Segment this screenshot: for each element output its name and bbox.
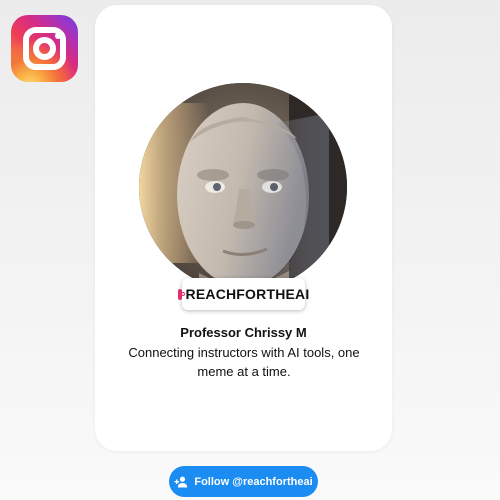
follow-button-label: Follow @reachfortheai [194,475,313,488]
follow-button[interactable]: Follow @reachfortheai [169,466,318,497]
avatar-face-image [139,83,347,291]
instagram-logo-dot [55,33,61,39]
instagram-glyph-icon [177,288,186,300]
handle-badge[interactable]: REACHFORTHEAI [177,278,309,310]
instagram-logo-icon[interactable] [11,15,78,82]
profile-bio: Connecting instructors with AI tools, on… [128,345,360,379]
instagram-logo-lens [33,37,56,60]
add-person-icon [174,476,188,487]
profile-avatar [139,83,347,291]
profile-card: REACHFORTHEAI Professor Chrissy M Connec… [95,5,392,451]
profile-name: Professor Chrissy M [180,325,307,340]
handle-badge-text: REACHFORTHEAI [185,286,310,302]
